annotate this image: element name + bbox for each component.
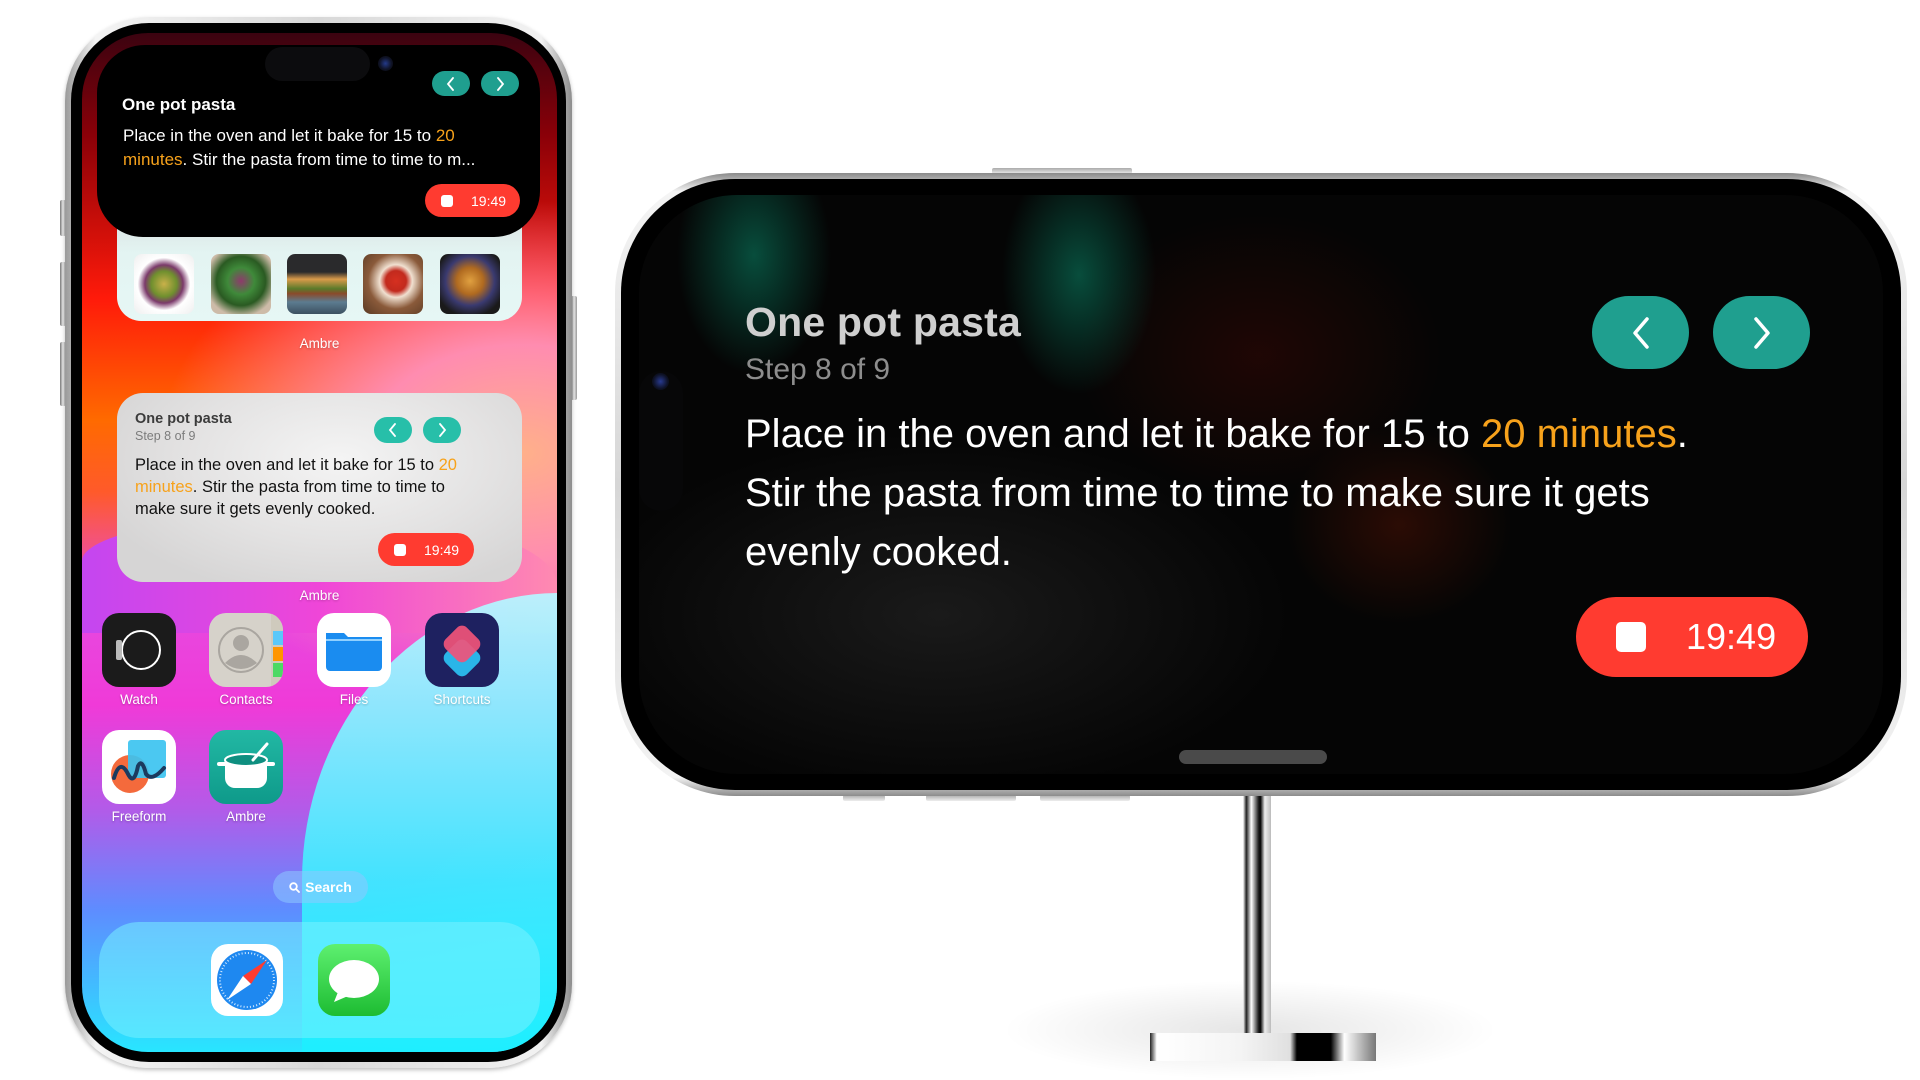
dock: [99, 922, 540, 1038]
widget-recipe-title: One pot pasta: [135, 411, 232, 427]
widget-label: Ambre: [299, 588, 340, 603]
app-ambre[interactable]: [209, 730, 283, 804]
next-step-button[interactable]: [423, 417, 461, 443]
next-step-button[interactable]: [1713, 296, 1810, 369]
magsafe-stand-pole: [1243, 796, 1271, 1036]
spotlight-search-button[interactable]: Search: [273, 871, 368, 903]
app-watch[interactable]: [102, 613, 176, 687]
chevron-left-icon: [388, 423, 396, 437]
dock-app-safari[interactable]: [211, 944, 283, 1016]
next-step-button[interactable]: [481, 71, 519, 96]
timer-countdown: 19:49: [424, 541, 460, 558]
shortcuts-icon: [443, 625, 481, 677]
dock-app-messages[interactable]: [318, 944, 390, 1016]
front-camera: [378, 56, 393, 71]
dynamic-island: [639, 371, 683, 511]
live-activity-title: One pot pasta: [122, 95, 236, 114]
recipe-photo-burger[interactable]: [287, 254, 347, 314]
timer-countdown: 19:49: [471, 192, 507, 209]
timer-countdown: 19:49: [1686, 616, 1777, 657]
freeform-icon: [111, 740, 166, 793]
app-label-shortcuts: Shortcuts: [433, 692, 491, 707]
chevron-right-icon: [1753, 316, 1770, 349]
standby-screen: One pot pasta Step 8 of 9 Place in the o…: [639, 195, 1883, 774]
app-label-files: Files: [339, 692, 369, 707]
standby-recipe-title: One pot pasta: [745, 299, 1021, 345]
iphone-standby-landscape: One pot pasta Step 8 of 9 Place in the o…: [615, 173, 1907, 796]
search-label: Search: [305, 879, 352, 895]
standby-step-counter: Step 8 of 9: [745, 353, 891, 386]
cooking-pot-icon: [217, 742, 275, 788]
previous-step-button[interactable]: [432, 71, 470, 96]
home-screen: Ambre One pot pasta Place in the oven an…: [82, 33, 557, 1052]
app-contacts[interactable]: [209, 613, 283, 687]
recipe-photo-french-toast[interactable]: [440, 254, 500, 314]
chevron-right-icon: [439, 423, 447, 437]
chevron-left-icon: [446, 76, 454, 91]
previous-step-button[interactable]: [1592, 296, 1689, 369]
recipe-photo-spring-rolls[interactable]: [211, 254, 271, 314]
front-camera: [652, 373, 669, 390]
widget-instruction: Place in the oven and let it bake for 15…: [135, 456, 457, 518]
app-label-ambre: Ambre: [226, 809, 266, 824]
iphone-portrait: Ambre One pot pasta Place in the oven an…: [65, 17, 572, 1068]
home-indicator[interactable]: [1179, 750, 1327, 764]
files-icon: [326, 633, 382, 671]
app-files[interactable]: [317, 613, 391, 687]
magsafe-stand-base: [1150, 1033, 1376, 1061]
standby-instruction: Place in the oven and let it bake for 15…: [745, 412, 1688, 574]
app-label-freeform: Freeform: [111, 809, 167, 824]
previous-step-button[interactable]: [374, 417, 412, 443]
dynamic-island: [265, 47, 370, 81]
app-shortcuts[interactable]: [425, 613, 499, 687]
stop-icon: [441, 194, 453, 207]
app-label-contacts: Contacts: [219, 692, 273, 707]
recipe-photo-cheesecake[interactable]: [363, 254, 423, 314]
safari-compass-icon: [217, 950, 277, 1010]
watch-icon: [116, 630, 161, 670]
live-activity-instruction: Place in the oven and let it bake for 15…: [123, 126, 476, 169]
messages-bubble-icon: [329, 960, 379, 1002]
app-freeform[interactable]: [102, 730, 176, 804]
widget-label: Ambre: [299, 336, 340, 351]
stop-icon: [1616, 622, 1646, 652]
app-label-watch: Watch: [120, 692, 158, 707]
chevron-left-icon: [1632, 316, 1649, 349]
timer-stop-button[interactable]: 19:49: [425, 184, 520, 217]
contacts-icon: [218, 613, 283, 687]
search-icon: [289, 881, 301, 893]
widget-step-counter: Step 8 of 9: [135, 429, 196, 443]
chevron-right-icon: [497, 76, 505, 91]
stop-icon: [394, 543, 406, 556]
timer-stop-button[interactable]: 19:49: [1576, 597, 1808, 677]
recipe-step-widget[interactable]: One pot pasta Step 8 of 9 Place in the o…: [117, 393, 522, 582]
recipe-photo-salad[interactable]: [134, 254, 194, 314]
timer-stop-button[interactable]: 19:49: [378, 533, 474, 566]
